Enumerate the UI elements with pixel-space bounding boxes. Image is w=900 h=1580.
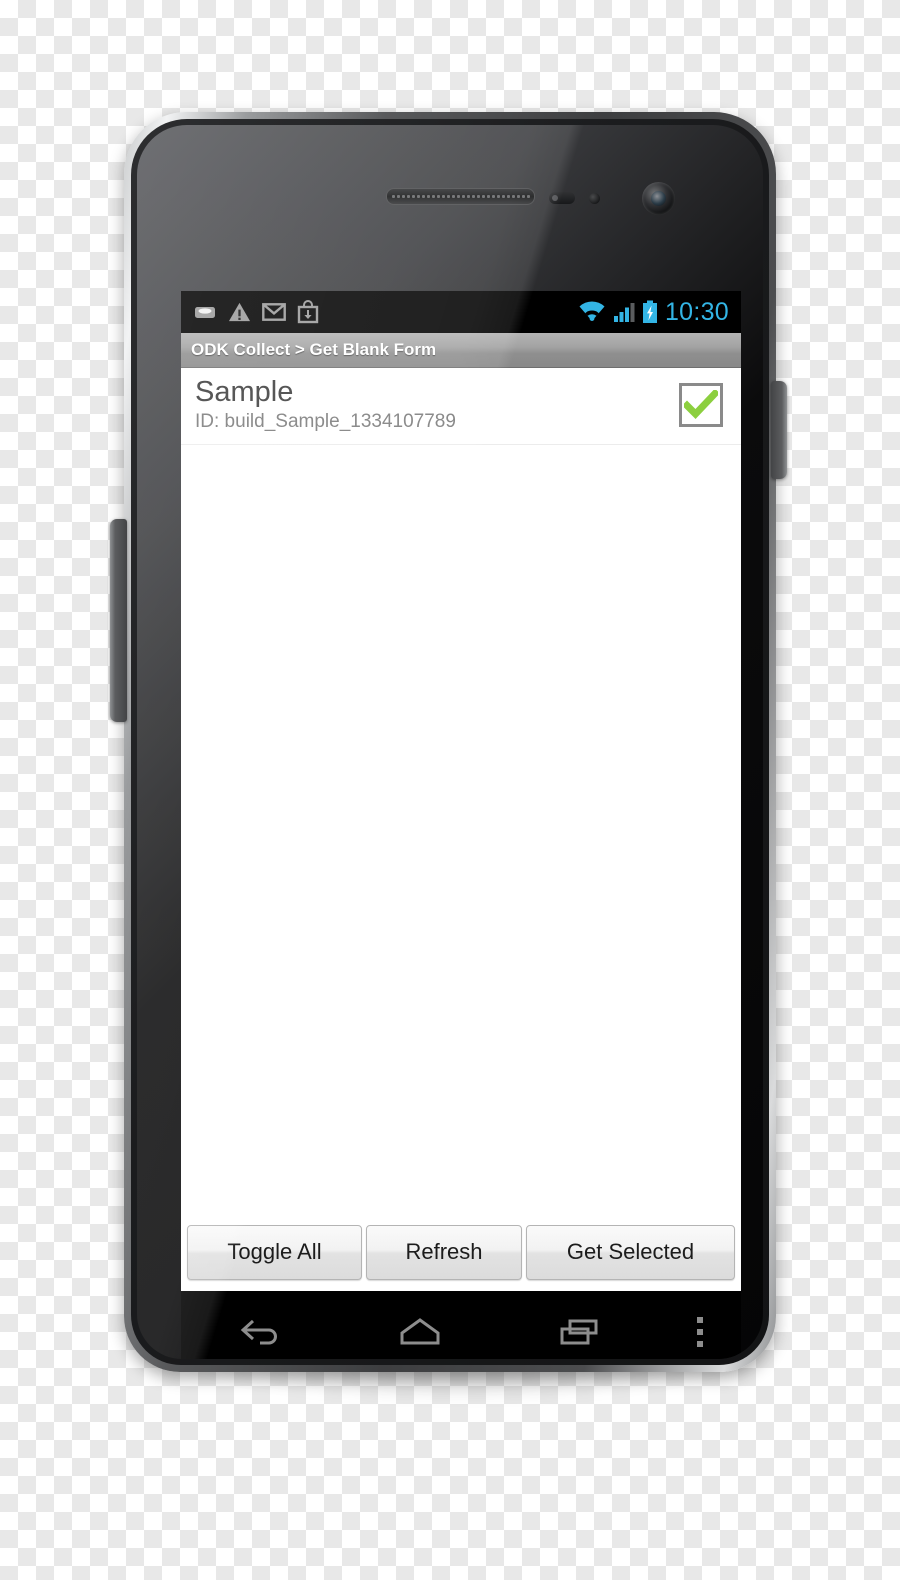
usb-debug-icon	[195, 307, 215, 318]
status-bar-clock: 10:30	[664, 297, 729, 326]
warning-icon	[228, 302, 251, 321]
earpiece-mesh	[391, 193, 530, 200]
form-name-label: Sample	[195, 376, 294, 408]
back-arrow-icon	[240, 1319, 277, 1345]
device-screen: 10:30 ODK Collect > Get Blank Form Sampl…	[181, 291, 741, 1291]
recents-button[interactable]	[500, 1317, 659, 1347]
form-list[interactable]: Sample ID: build_Sample_1334107789	[181, 368, 741, 1213]
form-id-label: ID: build_Sample_1334107789	[195, 411, 456, 433]
list-item[interactable]: Sample ID: build_Sample_1334107789	[181, 368, 741, 446]
overflow-menu-button[interactable]	[659, 1314, 741, 1350]
gmail-icon	[262, 303, 286, 321]
checkmark-icon	[684, 390, 718, 420]
overflow-dot	[696, 1317, 703, 1323]
form-checkbox[interactable]	[679, 383, 723, 428]
battery-charging-icon	[642, 300, 657, 323]
app-title-text: ODK Collect > Get Blank Form	[191, 340, 437, 359]
status-bar: 10:30	[181, 291, 741, 333]
overflow-dot	[696, 1329, 703, 1335]
proximity-sensor-icon	[549, 192, 575, 204]
power-button[interactable]	[771, 381, 787, 479]
cellular-signal-icon	[613, 303, 635, 322]
front-camera-icon	[642, 182, 675, 215]
action-button-bar: Toggle All Refresh Get Selected	[181, 1213, 741, 1291]
app-title-bar: ODK Collect > Get Blank Form	[181, 333, 741, 368]
page-root: 10:30 ODK Collect > Get Blank Form Sampl…	[0, 0, 900, 1580]
status-bar-right-icons: 10:30	[578, 298, 729, 327]
volume-rocker-button[interactable]	[110, 519, 127, 722]
status-bar-left-icons	[193, 300, 319, 324]
download-icon	[297, 300, 319, 324]
light-sensor-icon	[589, 193, 600, 204]
home-icon	[400, 1318, 440, 1345]
recent-apps-icon	[560, 1319, 598, 1345]
home-button[interactable]	[340, 1317, 499, 1347]
list-item-text: Sample ID: build_Sample_1334107789	[195, 376, 679, 433]
earpiece-speaker-icon	[386, 188, 535, 205]
android-navigation-bar	[181, 1291, 741, 1359]
back-button[interactable]	[181, 1315, 340, 1349]
overflow-dots-icon	[696, 1314, 703, 1350]
phone-device: 10:30 ODK Collect > Get Blank Form Sampl…	[124, 112, 776, 1372]
phone-front-face: 10:30 ODK Collect > Get Blank Form Sampl…	[137, 125, 763, 1359]
phone-inner-frame: 10:30 ODK Collect > Get Blank Form Sampl…	[131, 119, 769, 1365]
refresh-button[interactable]: Refresh	[366, 1224, 522, 1280]
toggle-all-button[interactable]: Toggle All	[187, 1224, 362, 1280]
overflow-dot	[696, 1341, 703, 1347]
get-selected-button[interactable]: Get Selected	[526, 1224, 735, 1280]
wifi-icon	[579, 301, 605, 321]
